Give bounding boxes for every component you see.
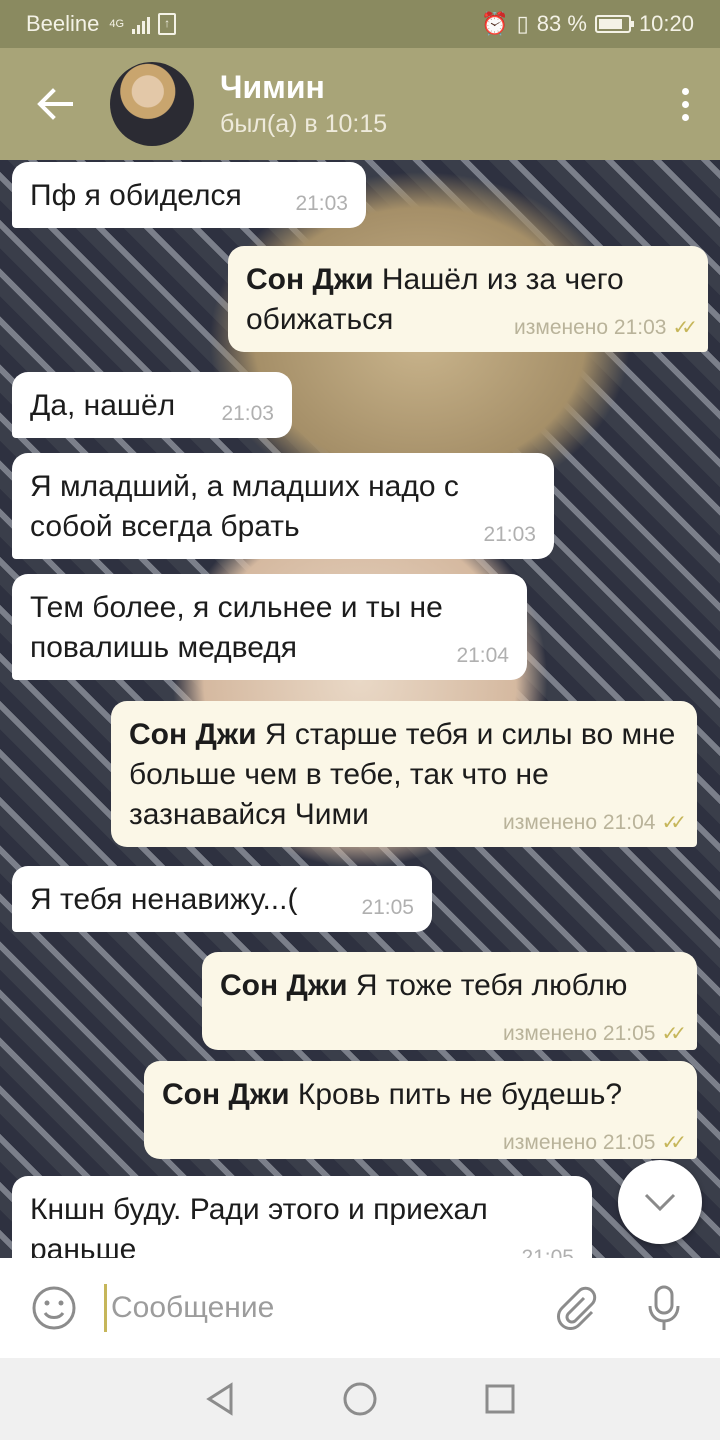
- voice-message-button[interactable]: [632, 1276, 696, 1340]
- signal-icon: [132, 14, 151, 34]
- message-time: 21:05: [521, 1246, 574, 1258]
- message-time: 21:05: [602, 1131, 656, 1154]
- message-text: Пф я обиделся: [30, 179, 242, 212]
- network-type: 4G: [109, 18, 125, 30]
- status-right: ⏰ ▯ 83 % 10:20: [481, 11, 694, 37]
- chat-last-seen: был(а) в 10:15: [220, 110, 388, 138]
- double-check-icon: ✓✓: [661, 812, 686, 834]
- message-outgoing[interactable]: Сон Джи Я тоже тебя люблю изменено 21:05…: [202, 952, 697, 1050]
- message-time: 21:03: [221, 402, 274, 425]
- message-time: 21:04: [602, 811, 656, 834]
- arrow-left-icon: [37, 88, 73, 120]
- circle-home-icon: [343, 1382, 377, 1416]
- message-time: 21:03: [483, 523, 536, 546]
- message-time: 21:03: [613, 316, 667, 339]
- chat-header: Чимин был(а) в 10:15: [0, 48, 720, 160]
- message-incoming[interactable]: Кншн буду. Ради этого и приехал раньше 2…: [12, 1176, 592, 1258]
- message-meta: изменено 21:05 ✓✓: [503, 1131, 687, 1155]
- message-outgoing[interactable]: Сон Джи Нашёл из за чего обижаться измен…: [228, 246, 708, 352]
- double-check-icon: ✓✓: [672, 317, 697, 339]
- message-text: Я младший, а младших надо с собой всегда…: [30, 470, 459, 543]
- chat-title: Чимин: [220, 69, 325, 105]
- message-time: 21:05: [602, 1022, 656, 1045]
- message-text: Кровь пить не будешь?: [297, 1078, 623, 1111]
- vibrate-icon: ▯: [516, 11, 529, 36]
- system-nav-bar: [0, 1358, 720, 1440]
- double-check-icon: ✓✓: [661, 1132, 686, 1154]
- message-incoming[interactable]: Пф я обиделся 21:03: [12, 162, 366, 228]
- message-author: Сон Джи: [129, 718, 257, 751]
- edited-label: изменено: [503, 1022, 598, 1045]
- message-input[interactable]: [104, 1284, 520, 1332]
- edited-label: изменено: [503, 811, 598, 834]
- status-bar: Beeline 4G ↑ ⏰ ▯ 83 % 10:20: [0, 0, 720, 48]
- more-menu-button[interactable]: [650, 48, 720, 160]
- message-text: Я тоже тебя люблю: [355, 969, 628, 1002]
- square-recents-icon: [485, 1384, 515, 1414]
- message-author: Сон Джи: [220, 969, 348, 1002]
- message-meta: изменено 21:04 ✓✓: [503, 811, 687, 835]
- status-left: Beeline 4G ↑: [26, 11, 177, 37]
- message-incoming[interactable]: Я тебя ненавижу...( 21:05: [12, 866, 432, 932]
- message-text: Я тебя ненавижу...(: [30, 883, 298, 916]
- chat-title-block[interactable]: Чимин был(а) в 10:15: [220, 67, 650, 141]
- battery-icon: [594, 15, 634, 33]
- double-check-icon: ✓✓: [661, 1023, 686, 1045]
- attach-button[interactable]: [544, 1276, 608, 1340]
- scroll-to-bottom-button[interactable]: [618, 1160, 702, 1244]
- message-outgoing[interactable]: Сон Джи Я старше тебя и силы во мне боль…: [111, 701, 697, 847]
- message-text: Да, нашёл: [30, 389, 176, 422]
- battery-percent: 83 %: [536, 11, 587, 36]
- nav-home-button[interactable]: [330, 1369, 390, 1429]
- message-time: 21:03: [295, 192, 348, 215]
- message-incoming[interactable]: Я младший, а младших надо с собой всегда…: [12, 453, 554, 559]
- menu-dot: [681, 113, 689, 121]
- download-icon: ↑: [158, 13, 177, 35]
- alarm-icon: ⏰: [481, 11, 509, 36]
- emoji-icon: [32, 1286, 76, 1330]
- message-incoming[interactable]: Тем более, я сильнее и ты не повалишь ме…: [12, 574, 527, 680]
- clock: 10:20: [638, 11, 694, 36]
- chat-history[interactable]: Пф я обиделся 21:03 Сон Джи Нашёл из за …: [0, 160, 720, 1258]
- edited-label: изменено: [503, 1131, 598, 1154]
- message-author: Сон Джи: [246, 263, 374, 296]
- menu-dot: [681, 100, 689, 108]
- message-outgoing[interactable]: Сон Джи Кровь пить не будешь? изменено 2…: [144, 1061, 697, 1159]
- more-vertical-icon: [681, 87, 689, 95]
- message-time: 21:05: [361, 896, 414, 919]
- message-composer: [0, 1258, 720, 1358]
- message-text: Кншн буду. Ради этого и приехал раньше: [30, 1193, 488, 1258]
- carrier-name: Beeline: [26, 11, 100, 36]
- nav-recents-button[interactable]: [470, 1369, 530, 1429]
- emoji-button[interactable]: [24, 1278, 84, 1338]
- paperclip-icon: [557, 1286, 597, 1330]
- message-meta: изменено 21:05 ✓✓: [503, 1022, 687, 1046]
- triangle-back-icon: [206, 1382, 233, 1416]
- avatar[interactable]: [110, 62, 194, 146]
- message-time: 21:04: [456, 644, 509, 667]
- chevron-down-icon: [644, 1193, 676, 1212]
- nav-back-button[interactable]: [190, 1369, 250, 1429]
- message-text: Тем более, я сильнее и ты не повалишь ме…: [30, 591, 443, 664]
- edited-label: изменено: [514, 316, 609, 339]
- back-button[interactable]: [0, 48, 110, 160]
- message-author: Сон Джи: [162, 1078, 290, 1111]
- message-incoming[interactable]: Да, нашёл 21:03: [12, 372, 292, 438]
- microphone-icon: [648, 1285, 680, 1330]
- message-meta: изменено 21:03 ✓✓: [514, 316, 698, 340]
